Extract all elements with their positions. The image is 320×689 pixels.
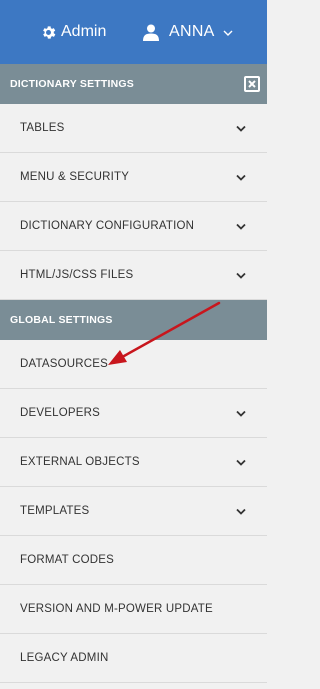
user-name: ANNA xyxy=(169,23,215,40)
sidebar-item-label: DATASOURCES xyxy=(20,358,109,370)
admin-link[interactable]: Admin xyxy=(40,22,106,42)
chevron-down-icon xyxy=(223,30,233,36)
user-menu[interactable]: ANNA xyxy=(143,22,233,42)
sidebar-item-label: DEVELOPERS xyxy=(20,407,100,419)
chevron-down-icon xyxy=(236,272,246,279)
section-global-settings: GLOBAL SETTINGS xyxy=(0,300,267,340)
sidebar-item-label: TEMPLATES xyxy=(20,505,90,517)
chevron-down-icon xyxy=(236,223,246,230)
sidebar-item-format-codes[interactable]: FORMAT CODES xyxy=(0,536,267,585)
sidebar-item-tables[interactable]: TABLES xyxy=(0,104,267,153)
sidebar-item-external-objects[interactable]: EXTERNAL OBJECTS xyxy=(0,438,267,487)
sidebar-item-label: EXTERNAL OBJECTS xyxy=(20,456,140,468)
sidebar-item-datasources[interactable]: DATASOURCES xyxy=(0,340,267,389)
user-icon xyxy=(143,24,159,41)
sidebar-item-label: DICTIONARY CONFIGURATION xyxy=(20,220,195,232)
sidebar-item-label: VERSION AND M-POWER UPDATE xyxy=(20,603,213,615)
chevron-down-icon xyxy=(236,125,246,132)
sidebar-item-templates[interactable]: TEMPLATES xyxy=(0,487,267,536)
admin-label: Admin xyxy=(61,23,107,40)
chevron-down-icon xyxy=(236,410,246,417)
sidebar-item-html-js-css-files[interactable]: HTML/JS/CSS FILES xyxy=(0,251,267,300)
sidebar-item-dictionary-configuration[interactable]: DICTIONARY CONFIGURATION xyxy=(0,202,267,251)
chevron-down-icon xyxy=(236,459,246,466)
chevron-down-icon xyxy=(236,174,246,181)
sidebar-item-label: HTML/JS/CSS FILES xyxy=(20,269,134,281)
close-icon[interactable] xyxy=(244,76,260,92)
section-dictionary-settings: DICTIONARY SETTINGS xyxy=(0,64,267,104)
chevron-down-icon xyxy=(236,508,246,515)
top-header: Admin ANNA xyxy=(0,0,267,64)
sidebar-item-label: FORMAT CODES xyxy=(20,554,114,566)
sidebar-item-legacy-admin[interactable]: LEGACY ADMIN xyxy=(0,634,267,683)
section-global-label: GLOBAL SETTINGS xyxy=(10,314,113,326)
gear-icon xyxy=(43,25,56,39)
sidebar-item-label: MENU & SECURITY xyxy=(20,171,130,183)
sidebar-item-label: TABLES xyxy=(20,122,65,134)
section-dictionary-label: DICTIONARY SETTINGS xyxy=(10,78,134,90)
sidebar-item-label: LEGACY ADMIN xyxy=(20,652,109,664)
sidebar-item-version-update[interactable]: VERSION AND M-POWER UPDATE xyxy=(0,585,267,634)
sidebar-item-menu-security[interactable]: MENU & SECURITY xyxy=(0,153,267,202)
sidebar-item-developers[interactable]: DEVELOPERS xyxy=(0,389,267,438)
